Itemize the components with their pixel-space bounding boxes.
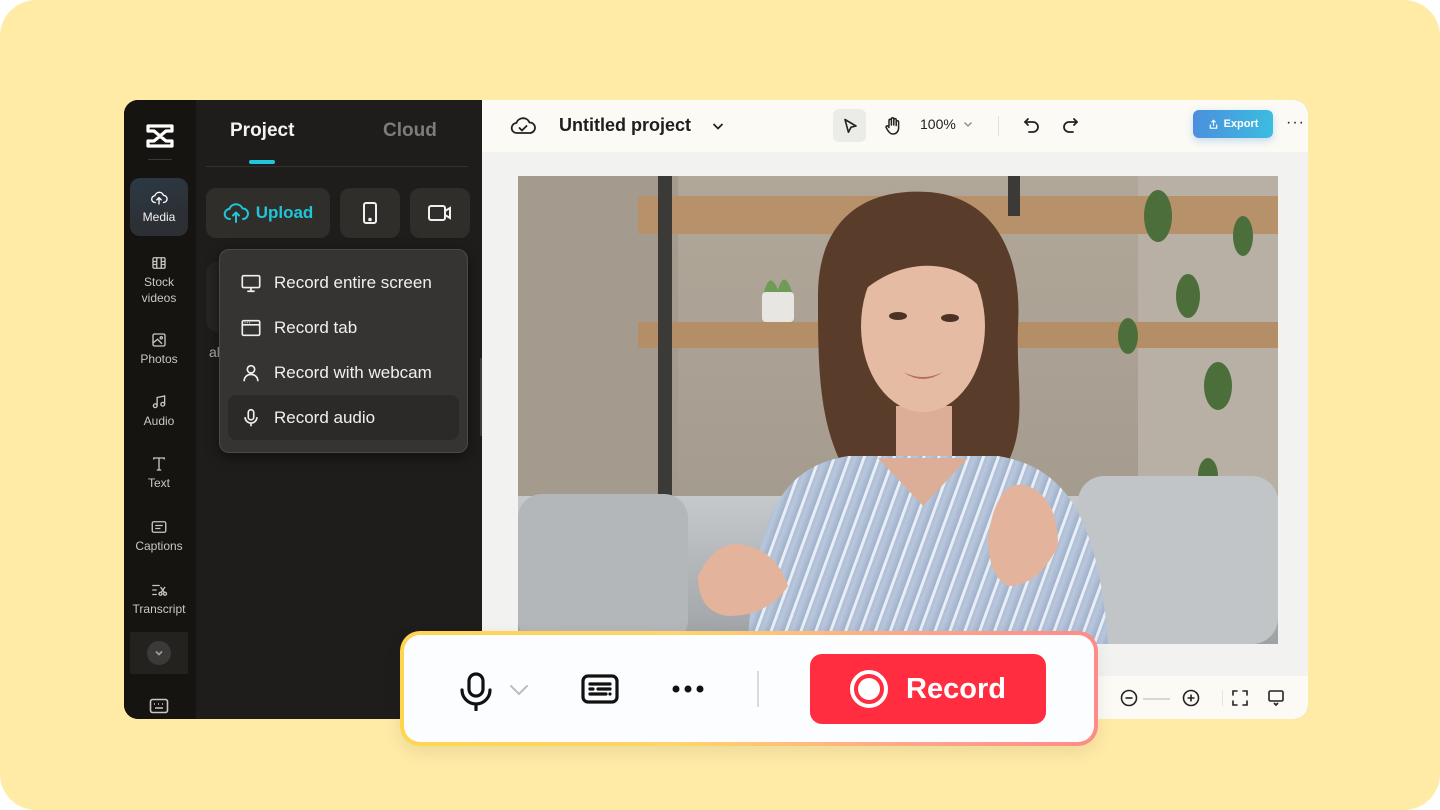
microphone-icon xyxy=(244,408,258,426)
promo-background: Media Stock videos Photos Audio Text Cap… xyxy=(0,0,1440,810)
rail-expand-button[interactable] xyxy=(130,632,188,674)
film-icon xyxy=(152,257,166,269)
video-camera-icon xyxy=(428,205,451,221)
sidebar-item-photos[interactable]: Photos xyxy=(130,320,188,378)
menu-item-record-audio[interactable]: Record audio xyxy=(228,395,459,440)
fullscreen-icon[interactable] xyxy=(1230,688,1250,708)
cloud-upload-icon xyxy=(151,191,168,205)
chevron-down-icon[interactable] xyxy=(508,681,530,697)
video-preview[interactable] xyxy=(518,176,1278,644)
upload-label: Upload xyxy=(255,203,314,222)
editor-topbar: Untitled project 100% Export ··· xyxy=(482,100,1308,152)
cloud-saved-icon[interactable] xyxy=(510,114,536,138)
keyboard-icon[interactable] xyxy=(149,698,169,714)
panel-tabs: Project Cloud xyxy=(206,100,468,167)
media-panel: Project Cloud Upload al Record entire sc… xyxy=(196,100,482,719)
more-options-icon[interactable] xyxy=(668,679,708,699)
undo-icon[interactable] xyxy=(1020,114,1044,138)
sidebar-item-audio[interactable]: Audio xyxy=(130,382,188,440)
select-tool-button[interactable] xyxy=(833,109,866,142)
image-icon xyxy=(152,333,166,347)
zoom-in-icon[interactable] xyxy=(1181,688,1201,708)
sidebar-item-text[interactable]: Text xyxy=(130,444,188,502)
upload-button[interactable]: Upload xyxy=(206,188,330,238)
text-icon xyxy=(153,457,165,471)
share-icon xyxy=(1209,119,1217,129)
more-options-button[interactable]: ··· xyxy=(1286,114,1304,134)
sidebar-item-label: Captions xyxy=(135,539,183,553)
toolbar-divider xyxy=(998,116,999,136)
sidebar-item-label: Media xyxy=(142,210,176,224)
captions-icon xyxy=(151,521,167,533)
chevron-down-icon xyxy=(963,122,972,127)
project-title[interactable]: Untitled project xyxy=(559,115,691,136)
transcript-icon xyxy=(152,584,168,596)
phone-icon xyxy=(363,202,377,224)
rail-divider xyxy=(148,159,172,160)
record-label: Record xyxy=(906,672,1006,705)
zoom-out-icon[interactable] xyxy=(1119,688,1139,708)
sidebar-item-transcript[interactable]: Transcript xyxy=(130,570,188,628)
recorder-toolbar: Record xyxy=(400,631,1098,746)
menu-item-label: Record with webcam xyxy=(274,362,432,382)
capcut-logo-icon xyxy=(146,124,174,148)
tab-cloud[interactable]: Cloud xyxy=(383,120,437,142)
chevron-down-icon xyxy=(155,650,163,656)
sidebar-item-label: Transcript xyxy=(132,602,186,616)
upload-from-phone-button[interactable] xyxy=(340,188,400,238)
menu-item-label: Record tab xyxy=(274,317,358,337)
export-label: Export xyxy=(1223,118,1259,130)
sidebar-item-stock-videos[interactable]: Stock videos xyxy=(130,248,188,312)
hand-tool-button[interactable] xyxy=(876,109,909,142)
record-button[interactable] xyxy=(410,188,470,238)
music-note-icon xyxy=(152,395,166,409)
menu-item-record-with-webcam[interactable]: Record with webcam xyxy=(228,350,459,395)
editor-window: Media Stock videos Photos Audio Text Cap… xyxy=(124,100,1308,719)
record-dropdown-menu: Record entire screen Record tab Record w… xyxy=(219,249,468,453)
sidebar-item-label: Photos xyxy=(140,352,178,366)
display-settings-icon[interactable] xyxy=(1266,688,1286,708)
active-tab-indicator xyxy=(249,160,275,164)
monitor-icon xyxy=(241,274,261,292)
export-button[interactable]: Export xyxy=(1193,110,1273,138)
chevron-down-icon[interactable] xyxy=(710,118,726,134)
menu-item-label: Record entire screen xyxy=(274,272,432,292)
browser-tab-icon xyxy=(241,319,261,336)
cloud-upload-icon xyxy=(223,203,249,223)
sidebar-rail: Media Stock videos Photos Audio Text Cap… xyxy=(124,100,196,719)
bottombar-divider xyxy=(1222,690,1223,706)
sidebar-item-captions[interactable]: Captions xyxy=(130,507,188,565)
sidebar-item-label: Audio xyxy=(143,414,175,428)
hand-icon xyxy=(884,116,899,135)
zoom-level-dropdown[interactable]: 100% xyxy=(920,116,974,132)
menu-item-record-tab[interactable]: Record tab xyxy=(228,305,459,350)
zoom-slider[interactable] xyxy=(1143,698,1170,700)
captions-icon[interactable] xyxy=(580,673,620,705)
redo-icon[interactable] xyxy=(1058,114,1082,138)
microphone-icon[interactable] xyxy=(458,671,494,711)
sidebar-item-label: Text xyxy=(147,476,170,490)
record-dot-icon xyxy=(850,670,889,708)
user-icon xyxy=(243,364,259,381)
menu-item-label: Record audio xyxy=(274,407,376,427)
start-recording-button[interactable]: Record xyxy=(810,654,1046,724)
recorder-divider xyxy=(757,671,759,707)
tab-project[interactable]: Project xyxy=(230,120,294,142)
sidebar-item-label: Stock videos xyxy=(141,275,177,305)
zoom-level-value: 100% xyxy=(920,116,956,132)
editor-canvas-area: Untitled project 100% Export ··· xyxy=(482,100,1308,719)
sidebar-item-media[interactable]: Media xyxy=(130,178,188,236)
cursor-arrow-icon xyxy=(843,118,857,133)
video-frame-image xyxy=(518,176,1278,644)
menu-item-record-entire-screen[interactable]: Record entire screen xyxy=(228,260,459,305)
